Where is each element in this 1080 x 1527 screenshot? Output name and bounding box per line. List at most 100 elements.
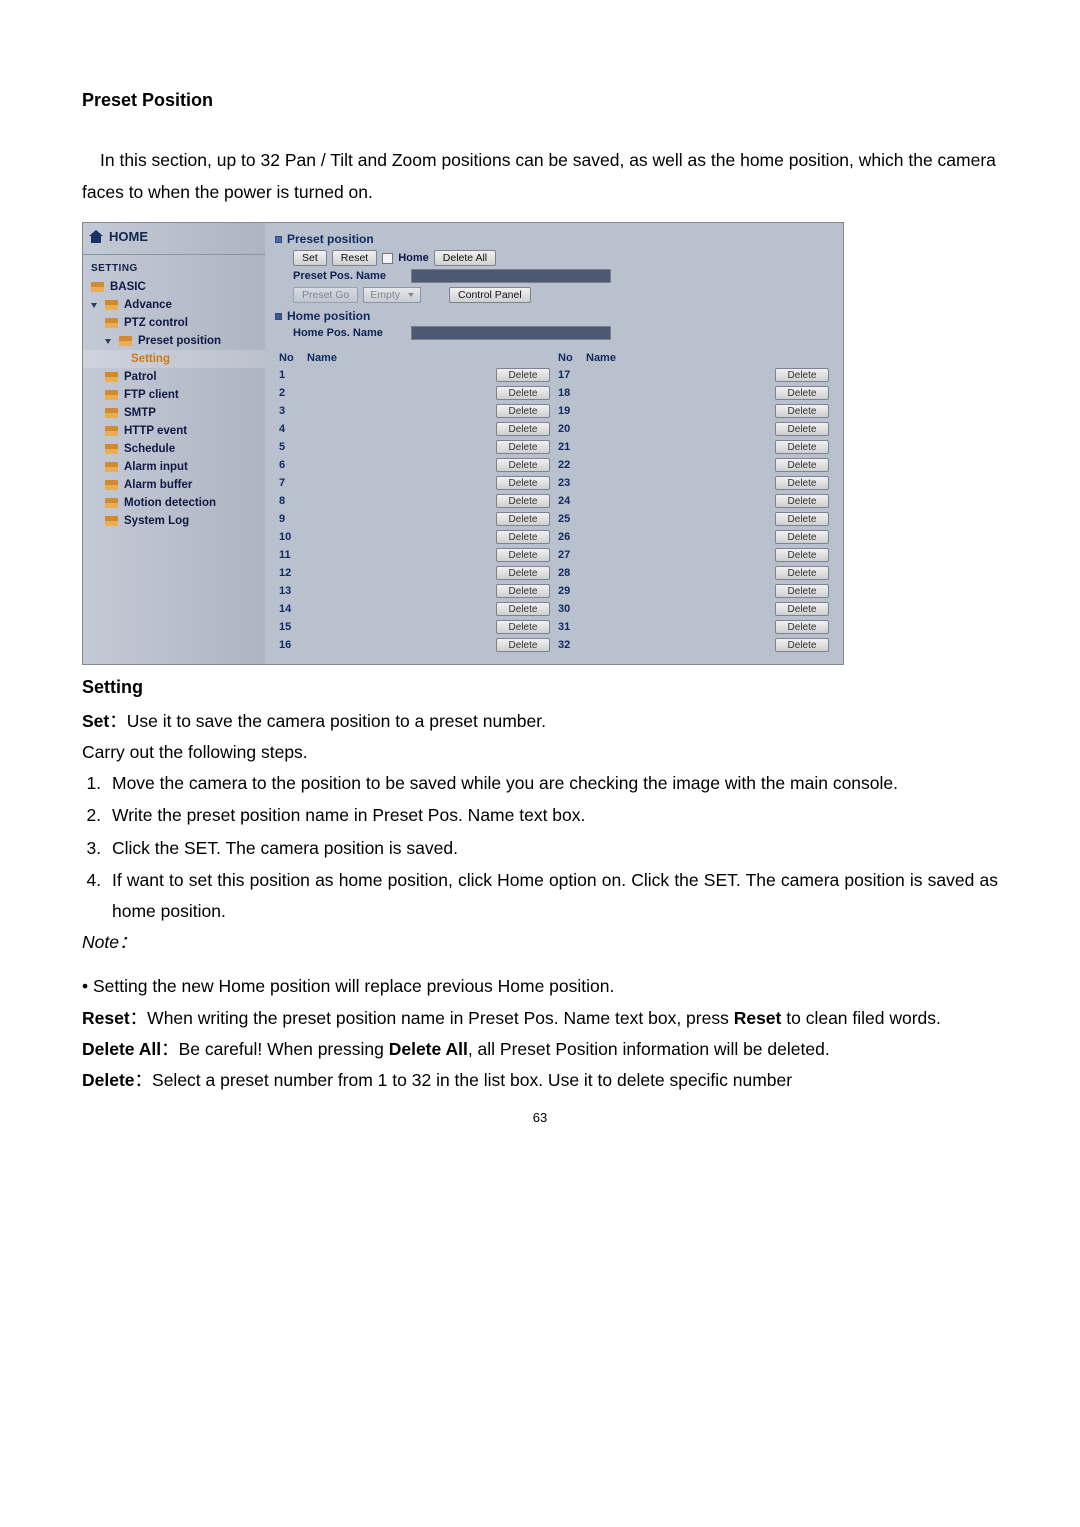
preset-number: 29: [558, 585, 586, 597]
col-no-header: No: [558, 352, 586, 364]
preset-row: 31 Delete: [554, 618, 833, 636]
sidebar-item-alarm-buffer[interactable]: Alarm buffer: [83, 476, 265, 494]
note-content: • Setting the new Home position will rep…: [82, 971, 998, 1002]
set-button[interactable]: Set: [293, 250, 327, 266]
folder-icon: [119, 336, 132, 346]
step-1: Move the camera to the position to be sa…: [106, 768, 998, 799]
preset-number: 31: [558, 621, 586, 633]
preset-row: 13Delete: [275, 582, 554, 600]
preset-pos-name-input[interactable]: [411, 269, 611, 283]
delete-button[interactable]: Delete: [496, 386, 550, 400]
preset-group: Preset position: [275, 232, 833, 246]
delete-button[interactable]: Delete: [496, 368, 550, 382]
preset-number: 27: [558, 549, 586, 561]
delete-button[interactable]: Delete: [775, 548, 829, 562]
delete-button[interactable]: Delete: [775, 512, 829, 526]
folder-icon: [105, 372, 118, 382]
preset-row: 2 Delete: [275, 384, 554, 402]
sidebar-item-alarm-input[interactable]: Alarm input: [83, 458, 265, 476]
delete-button[interactable]: Delete: [496, 620, 550, 634]
sidebar-item-syslog[interactable]: System Log: [83, 512, 265, 530]
preset-row: 15Delete: [275, 618, 554, 636]
delete-button[interactable]: Delete: [775, 476, 829, 490]
delete-button[interactable]: Delete: [496, 566, 550, 580]
delete-button[interactable]: Delete: [496, 404, 550, 418]
section-title: Preset Position: [82, 90, 998, 111]
preset-row: 22Delete: [554, 456, 833, 474]
sidebar-section-setting: SETTING: [83, 255, 265, 278]
folder-icon: [105, 426, 118, 436]
sidebar-item-basic[interactable]: BASIC: [83, 278, 265, 296]
sidebar-item-ptz[interactable]: PTZ control: [83, 314, 265, 332]
preset-table: No Name 1Delete2Delete3Delete4Delete5Del…: [275, 350, 833, 654]
delete-button[interactable]: Delete: [775, 368, 829, 382]
sidebar-item-motion[interactable]: Motion detection: [83, 494, 265, 512]
delete-button[interactable]: Delete: [775, 530, 829, 544]
delete-button[interactable]: Delete: [775, 494, 829, 508]
delete-button[interactable]: Delete: [496, 458, 550, 472]
delete-button[interactable]: Delete: [496, 602, 550, 616]
delete-button[interactable]: Delete: [775, 422, 829, 436]
sidebar-item-smtp[interactable]: SMTP: [83, 404, 265, 422]
sidebar-item-http[interactable]: HTTP event: [83, 422, 265, 440]
sidebar-item-label: Advance: [124, 299, 172, 311]
preset-number: 12: [279, 567, 307, 579]
home-link[interactable]: HOME: [83, 223, 265, 255]
sidebar-item-patrol[interactable]: Patrol: [83, 368, 265, 386]
delete-button[interactable]: Delete: [496, 494, 550, 508]
delete-button[interactable]: Delete: [775, 404, 829, 418]
delete-all-button[interactable]: Delete All: [434, 250, 496, 266]
home-checkbox-label: Home: [398, 252, 429, 264]
chevron-down-icon: [105, 339, 111, 344]
preset-dropdown[interactable]: Empty: [363, 287, 421, 303]
home-pos-name-input[interactable]: [411, 326, 611, 340]
delete-button[interactable]: Delete: [775, 386, 829, 400]
sidebar-item-label: Alarm input: [124, 461, 188, 473]
delete-button[interactable]: Delete: [775, 620, 829, 634]
preset-go-button[interactable]: Preset Go: [293, 287, 358, 303]
folder-icon: [105, 390, 118, 400]
sidebar-item-preset[interactable]: Preset position: [83, 332, 265, 350]
delete-button[interactable]: Delete: [496, 584, 550, 598]
preset-number: 16: [279, 639, 307, 651]
delete-button[interactable]: Delete: [775, 584, 829, 598]
delete-button[interactable]: Delete: [496, 530, 550, 544]
preset-row: 23Delete: [554, 474, 833, 492]
preset-row: 26Delete: [554, 528, 833, 546]
preset-group-label: Preset position: [287, 232, 374, 246]
preset-number: 2: [279, 387, 307, 399]
delete-button[interactable]: Delete: [775, 458, 829, 472]
delete-button[interactable]: Delete: [775, 638, 829, 652]
set-line: Set：Use it to save the camera position t…: [82, 706, 998, 737]
folder-icon: [105, 498, 118, 508]
delete-button[interactable]: Delete: [775, 602, 829, 616]
delete-button[interactable]: Delete: [775, 440, 829, 454]
reset-button[interactable]: Reset: [332, 250, 377, 266]
step-4: If want to set this position as home pos…: [106, 865, 998, 927]
delete-button[interactable]: Delete: [496, 512, 550, 526]
delete-button[interactable]: Delete: [496, 476, 550, 490]
control-panel-button[interactable]: Control Panel: [449, 287, 531, 303]
home-icon: [89, 231, 103, 243]
sidebar-item-ftp[interactable]: FTP client: [83, 386, 265, 404]
sidebar-item-setting[interactable]: Setting: [83, 350, 265, 368]
reset-line: Reset：When writing the preset position n…: [82, 1003, 998, 1034]
folder-icon: [105, 462, 118, 472]
sidebar-item-schedule[interactable]: Schedule: [83, 440, 265, 458]
preset-number: 24: [558, 495, 586, 507]
delete-button[interactable]: Delete: [496, 440, 550, 454]
sidebar-item-advance[interactable]: Advance: [83, 296, 265, 314]
folder-icon: [105, 300, 118, 310]
delete-button[interactable]: Delete: [496, 422, 550, 436]
sidebar-item-label: SMTP: [124, 407, 156, 419]
sidebar-item-label: Setting: [131, 353, 170, 365]
sidebar-item-label: Alarm buffer: [124, 479, 192, 491]
delete-button[interactable]: Delete: [496, 638, 550, 652]
delete-button[interactable]: Delete: [775, 566, 829, 580]
square-icon: [275, 313, 282, 320]
sidebar-item-label: PTZ control: [124, 317, 188, 329]
delete-button[interactable]: Delete: [496, 548, 550, 562]
preset-pos-name-label: Preset Pos. Name: [293, 270, 403, 282]
preset-row: 6Delete: [275, 456, 554, 474]
home-checkbox[interactable]: [382, 253, 393, 264]
